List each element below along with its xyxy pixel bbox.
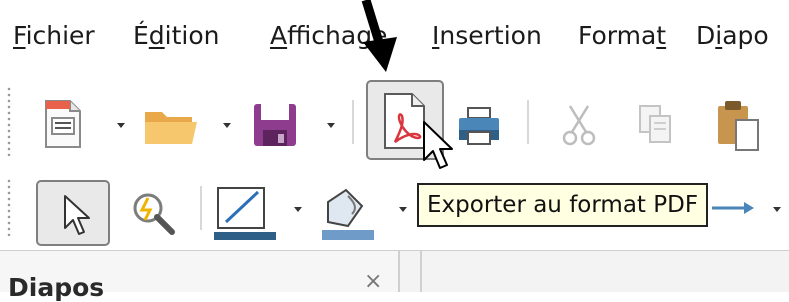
annotation-arrow-icon	[361, 0, 397, 72]
mouse-cursor-icon	[423, 121, 453, 169]
annotation-overlay	[361, 0, 453, 169]
